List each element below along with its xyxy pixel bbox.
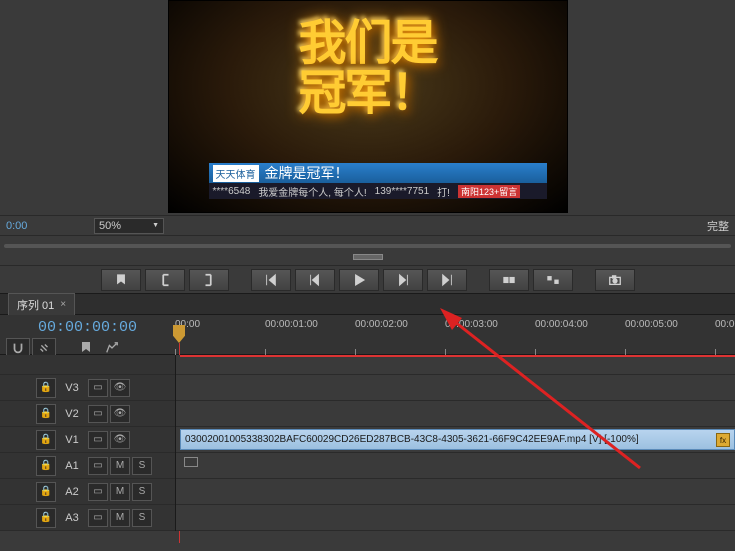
go-to-out-button[interactable] bbox=[427, 269, 467, 291]
program-monitor: 我们是 冠军！ 天天体育 金牌是冠军！ ****6548 我爱金牌每个人, 每个… bbox=[0, 0, 735, 215]
timeline-tab-bar: 序列 01 × bbox=[0, 293, 735, 315]
lock-icon[interactable]: 🔒 bbox=[36, 508, 56, 528]
lock-icon[interactable]: 🔒 bbox=[36, 404, 56, 424]
mute-button[interactable]: M bbox=[110, 483, 130, 501]
track-header-a2[interactable]: 🔒 A2 ▭ M S bbox=[0, 479, 175, 505]
track-header-v1[interactable]: 🔒 V1 ▭ 👁 bbox=[0, 427, 175, 453]
ruler-label: 00:00:04:00 bbox=[535, 319, 588, 330]
preview-footer: 0:00 50% 完整 bbox=[0, 215, 735, 235]
go-to-in-button[interactable] bbox=[251, 269, 291, 291]
solo-button[interactable]: S bbox=[132, 483, 152, 501]
track-output-toggle[interactable]: ▭ bbox=[88, 431, 108, 449]
clip-label: 03002001005338302BAFC60029CD26ED287BCB-4… bbox=[185, 434, 639, 445]
timeline-tracks: 🔒 V3 ▭ 👁 🔒 V2 ▭ 👁 🔒 V1 ▭ 👁 bbox=[0, 355, 735, 531]
track-label: V1 bbox=[60, 434, 84, 446]
transport-controls bbox=[0, 265, 735, 293]
clip-thumb-icon bbox=[184, 457, 198, 467]
track-header-v3[interactable]: 🔒 V3 ▭ 👁 bbox=[0, 375, 175, 401]
zoom-select[interactable]: 50% bbox=[94, 218, 164, 234]
track-header-v2[interactable]: 🔒 V2 ▭ 👁 bbox=[0, 401, 175, 427]
track-output-toggle[interactable]: ▭ bbox=[88, 483, 108, 501]
resolution-label[interactable]: 完整 bbox=[707, 218, 729, 234]
mark-out-button[interactable] bbox=[189, 269, 229, 291]
export-frame-button[interactable] bbox=[595, 269, 635, 291]
eye-icon[interactable]: 👁 bbox=[110, 405, 130, 423]
lower-third-main: 天天体育 金牌是冠军！ bbox=[209, 163, 547, 183]
solo-button[interactable]: S bbox=[132, 509, 152, 527]
video-clip[interactable]: 03002001005338302BAFC60029CD26ED287BCB-4… bbox=[180, 429, 735, 450]
timeline-ruler[interactable]: 00:00 00:00:01:00 00:00:02:00 00:00:03:00 00… bbox=[175, 315, 735, 354]
lock-icon[interactable]: 🔒 bbox=[36, 456, 56, 476]
current-timecode[interactable]: 00:00:00:00 bbox=[0, 315, 175, 336]
track-output-toggle[interactable]: ▭ bbox=[88, 379, 108, 397]
track-headers: 🔒 V3 ▭ 👁 🔒 V2 ▭ 👁 🔒 V1 ▭ 👁 bbox=[0, 355, 175, 531]
scrub-track[interactable] bbox=[4, 244, 731, 248]
track-row-v1[interactable]: 03002001005338302BAFC60029CD26ED287BCB-4… bbox=[176, 427, 735, 453]
track-label: A1 bbox=[60, 460, 84, 472]
track-spacer bbox=[0, 355, 175, 375]
ruler-label: 00:00:01:00 bbox=[265, 319, 318, 330]
fx-badge-icon[interactable]: fx bbox=[716, 433, 730, 447]
extract-button[interactable] bbox=[533, 269, 573, 291]
solo-button[interactable]: S bbox=[132, 457, 152, 475]
track-label: V2 bbox=[60, 408, 84, 420]
track-body[interactable]: 03002001005338302BAFC60029CD26ED287BCB-4… bbox=[175, 355, 735, 531]
lock-icon[interactable]: 🔒 bbox=[36, 430, 56, 450]
ruler-label: 00:00:05:00 bbox=[625, 319, 678, 330]
work-area-bar[interactable] bbox=[180, 355, 735, 357]
track-label: A3 bbox=[60, 512, 84, 524]
step-forward-button[interactable] bbox=[383, 269, 423, 291]
track-output-toggle[interactable]: ▭ bbox=[88, 405, 108, 423]
lock-icon[interactable]: 🔒 bbox=[36, 378, 56, 398]
track-row-spacer bbox=[176, 355, 735, 375]
ruler-label: 00:00 bbox=[715, 319, 735, 330]
close-icon[interactable]: × bbox=[60, 299, 66, 310]
track-row-v3[interactable] bbox=[176, 375, 735, 401]
timeline-header-left: 00:00:00:00 bbox=[0, 315, 175, 354]
lower-third-ticker: ****6548 我爱金牌每个人, 每个人! 139****7751 打! 南阳… bbox=[209, 183, 547, 199]
lower-third-logo: 天天体育 bbox=[213, 165, 259, 182]
mute-button[interactable]: M bbox=[110, 509, 130, 527]
track-row-a1[interactable] bbox=[176, 453, 735, 479]
marker-button[interactable] bbox=[101, 269, 141, 291]
track-output-toggle[interactable]: ▭ bbox=[88, 509, 108, 527]
track-row-v2[interactable] bbox=[176, 401, 735, 427]
track-row-a3[interactable] bbox=[176, 505, 735, 531]
timeline-header: 00:00:00:00 00:0000:00:01:0000:00:02:000… bbox=[0, 315, 735, 355]
preview-timecode[interactable]: 0:00 bbox=[6, 220, 50, 232]
preview-scrub-bar[interactable] bbox=[0, 235, 735, 265]
track-output-toggle[interactable]: ▭ bbox=[88, 457, 108, 475]
mute-button[interactable]: M bbox=[110, 457, 130, 475]
sequence-tab-label: 序列 01 bbox=[17, 297, 54, 313]
play-button[interactable] bbox=[339, 269, 379, 291]
track-row-a2[interactable] bbox=[176, 479, 735, 505]
step-back-button[interactable] bbox=[295, 269, 335, 291]
track-label: A2 bbox=[60, 486, 84, 498]
sequence-tab[interactable]: 序列 01 × bbox=[8, 293, 75, 316]
track-header-a1[interactable]: 🔒 A1 ▭ M S bbox=[0, 453, 175, 479]
lock-icon[interactable]: 🔒 bbox=[36, 482, 56, 502]
lower-third-headline: 金牌是冠军！ bbox=[265, 163, 349, 183]
track-header-a3[interactable]: 🔒 A3 ▭ M S bbox=[0, 505, 175, 531]
lift-button[interactable] bbox=[489, 269, 529, 291]
mark-in-button[interactable] bbox=[145, 269, 185, 291]
track-label: V3 bbox=[60, 382, 84, 394]
preview-video-content: 我们是 冠军！ 天天体育 金牌是冠军！ ****6548 我爱金牌每个人, 每个… bbox=[169, 1, 567, 212]
preview-overlay-text: 我们是 冠军！ bbox=[298, 19, 436, 120]
scrub-handle[interactable] bbox=[353, 254, 383, 260]
eye-icon[interactable]: 👁 bbox=[110, 431, 130, 449]
preview-frame[interactable]: 我们是 冠军！ 天天体育 金牌是冠军！ ****6548 我爱金牌每个人, 每个… bbox=[168, 0, 568, 213]
eye-icon[interactable]: 👁 bbox=[110, 379, 130, 397]
ruler-label: 00:00:03:00 bbox=[445, 319, 498, 330]
ruler-label: 00:00:02:00 bbox=[355, 319, 408, 330]
